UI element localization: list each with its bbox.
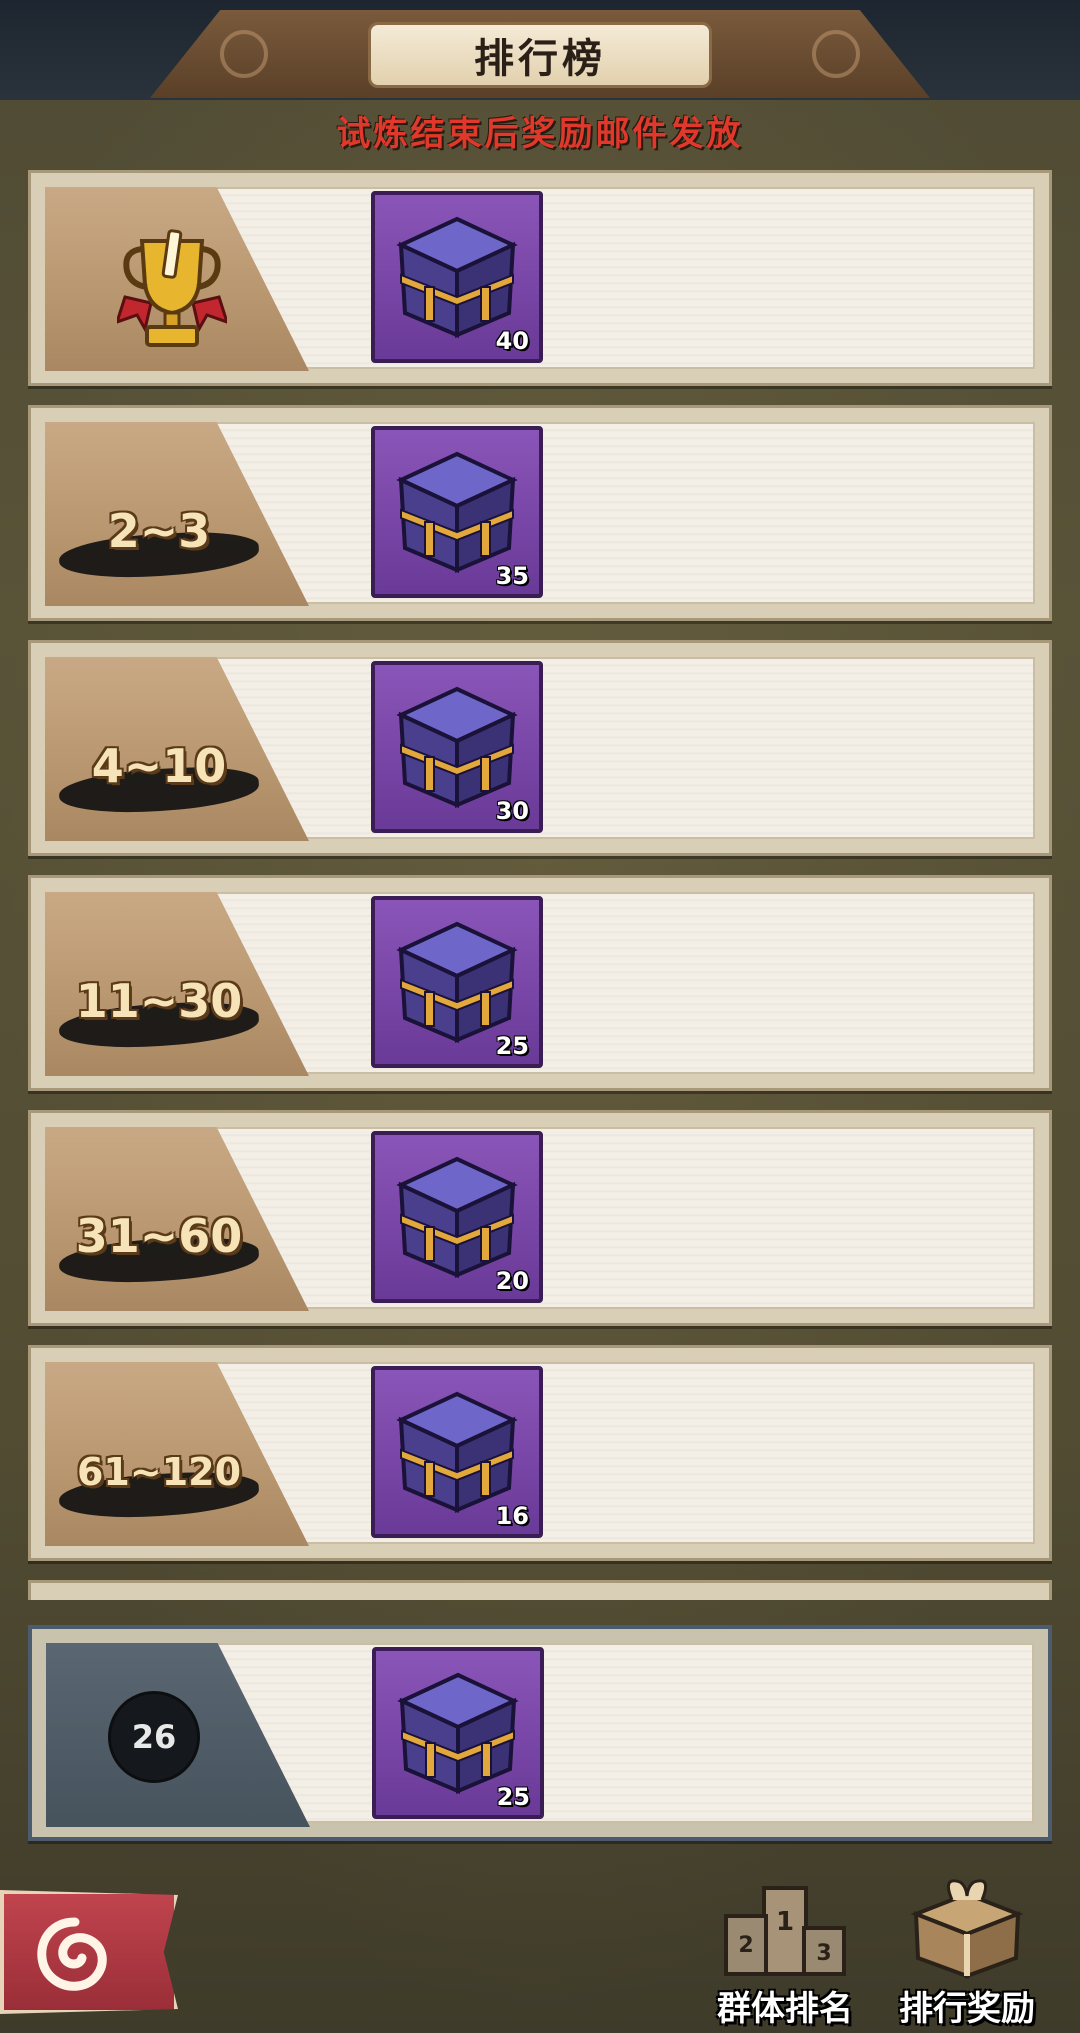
rank-rewards-label: 排行奖励 — [899, 1989, 1035, 2029]
reward-item[interactable]: 25 — [372, 1647, 544, 1819]
swirl-back-icon — [37, 1917, 107, 1991]
svg-text:3: 3 — [816, 1941, 831, 1966]
rank-row-4: 11~30 25 — [28, 875, 1052, 1091]
purple-gift-box-icon — [396, 1156, 518, 1279]
reward-item[interactable]: 40 — [371, 191, 543, 363]
reward-count: 16 — [495, 1502, 529, 1530]
podium-icon: 1 2 3 — [724, 1886, 846, 1976]
gift-crate-icon — [910, 1879, 1024, 1979]
reward-item[interactable]: 16 — [371, 1366, 543, 1538]
reward-item[interactable]: 30 — [371, 661, 543, 833]
purple-gift-box-icon — [396, 451, 518, 574]
reward-count: 30 — [495, 797, 529, 825]
rank-range-label: 4~10 — [91, 739, 227, 793]
rank-range-label: 61~120 — [76, 1450, 242, 1494]
reward-notice: 试炼结束后奖励邮件发放 — [336, 114, 744, 154]
my-rank-number: 26 — [108, 1691, 200, 1783]
reward-count: 40 — [495, 327, 529, 355]
rank-row-3: 4~10 30 — [28, 640, 1052, 856]
rank-row-2: 2~3 35 — [28, 405, 1052, 621]
reward-count: 25 — [496, 1783, 530, 1811]
reward-item[interactable]: 25 — [371, 896, 543, 1068]
back-button[interactable] — [0, 1890, 178, 2014]
group-ranking-label: 群体排名 — [717, 1989, 853, 2029]
cloud-swirl-icon — [220, 30, 268, 78]
purple-gift-box-icon — [397, 1672, 519, 1795]
page-title: 排行榜 — [368, 22, 712, 88]
rank-range-label: 2~3 — [107, 504, 211, 558]
reward-count: 20 — [495, 1267, 529, 1295]
reward-item[interactable]: 35 — [371, 426, 543, 598]
reward-count: 25 — [495, 1032, 529, 1060]
group-ranking-button[interactable]: 1 2 3 群体排名 — [700, 1870, 870, 2030]
purple-gift-box-icon — [396, 921, 518, 1044]
rank-row-6: 61~120 16 — [28, 1345, 1052, 1561]
purple-gift-box-icon — [396, 1391, 518, 1514]
rank-row-partial — [28, 1580, 1052, 1600]
purple-gift-box-icon — [396, 216, 518, 339]
rank-range-label: 31~60 — [75, 1209, 243, 1263]
rank-range-label: 11~30 — [75, 974, 243, 1028]
my-rank-row: 26 25 — [28, 1625, 1052, 1841]
cloud-swirl-icon — [812, 30, 860, 78]
purple-gift-box-icon — [396, 686, 518, 809]
gold-trophy-icon — [117, 229, 227, 347]
rank-row-1: 40 — [28, 170, 1052, 386]
reward-item[interactable]: 20 — [371, 1131, 543, 1303]
rank-row-5: 31~60 20 — [28, 1110, 1052, 1326]
svg-text:1: 1 — [776, 1907, 794, 1937]
rank-rewards-button[interactable]: 排行奖励 — [882, 1870, 1052, 2030]
reward-count: 35 — [495, 562, 529, 590]
svg-text:2: 2 — [738, 1933, 753, 1958]
